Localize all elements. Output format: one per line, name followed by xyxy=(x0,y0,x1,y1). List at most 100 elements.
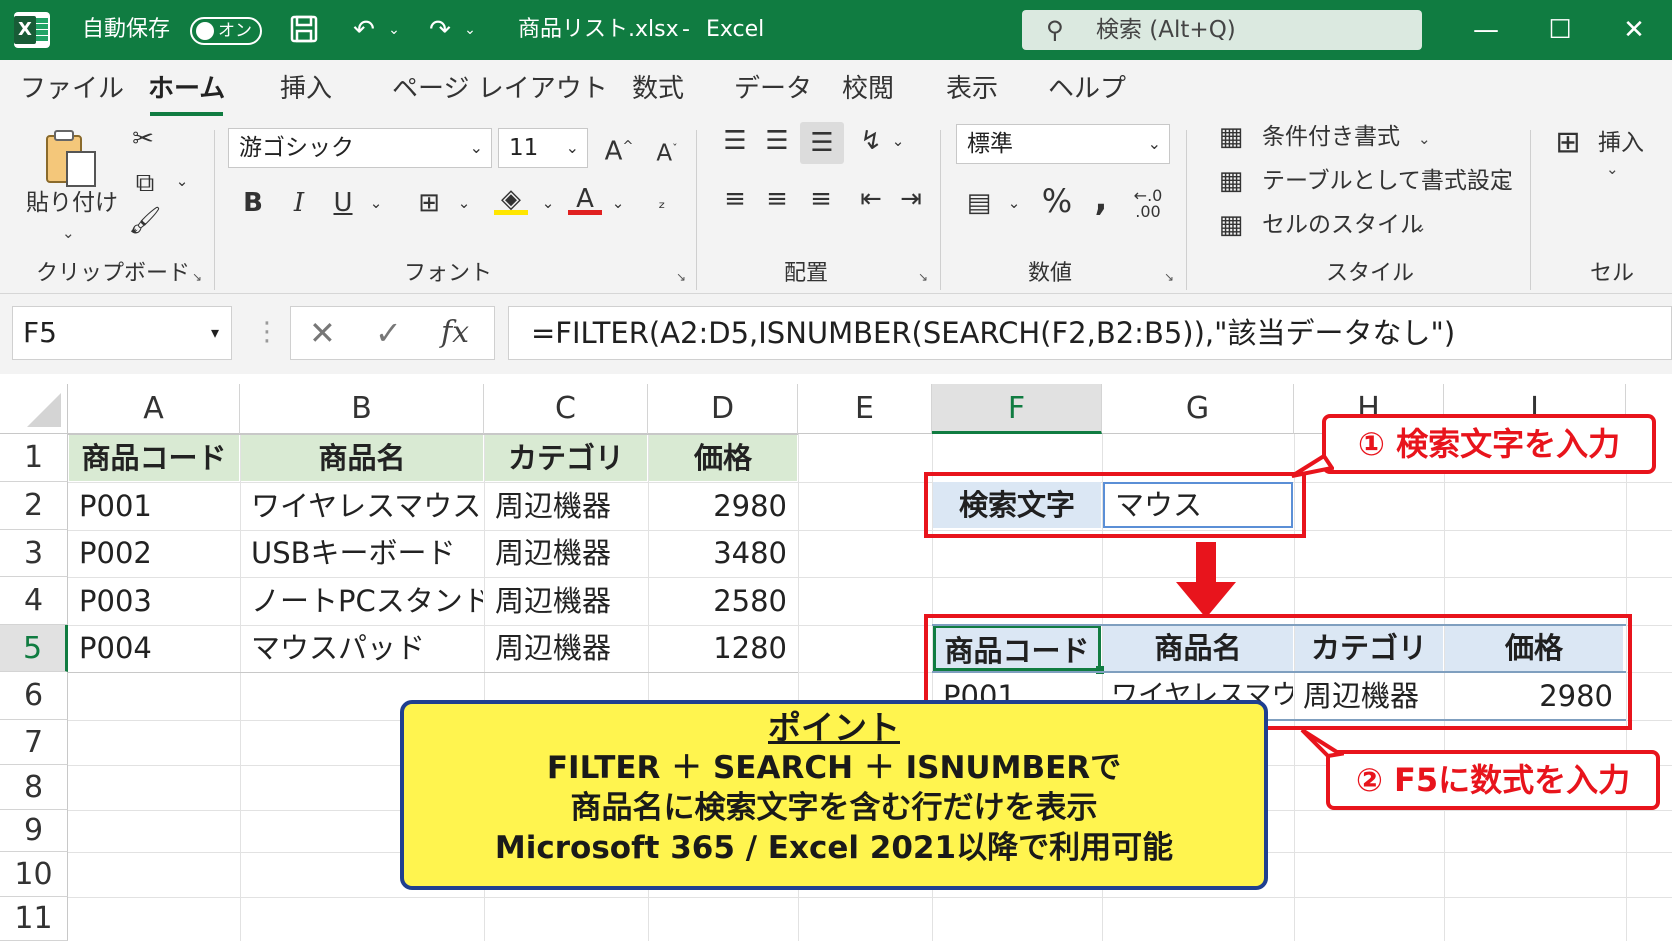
table-row-3-name[interactable]: ノートPCスタンド xyxy=(241,578,483,624)
redo-icon[interactable]: ↷ xyxy=(420,14,460,46)
formula-input[interactable]: =FILTER(A2:D5,ISNUMBER(SEARCH(F2,B2:B5))… xyxy=(508,306,1672,360)
underline-icon[interactable]: U xyxy=(328,188,358,218)
tab-view[interactable]: 表示 xyxy=(946,72,998,106)
table-row-4-category[interactable]: 周辺機器 xyxy=(485,625,647,671)
row-header-1[interactable]: 1 xyxy=(0,434,68,482)
alignment-launcher-icon[interactable]: ↘ xyxy=(918,270,928,284)
cancel-icon[interactable]: ✕ xyxy=(309,307,336,359)
decrease-font-size-icon[interactable]: Aˇ xyxy=(650,134,684,169)
autosave-toggle[interactable]: オン xyxy=(190,17,262,45)
align-bottom-icon[interactable]: ☰ xyxy=(800,122,844,164)
align-left-icon[interactable]: ≡ xyxy=(720,184,750,214)
increase-indent-icon[interactable]: ⇥ xyxy=(896,184,926,214)
cell-styles-dropdown-icon[interactable]: ⌄ xyxy=(1414,212,1427,242)
font-color-icon[interactable]: A xyxy=(568,184,602,215)
tab-page-layout[interactable]: ページ レイアウト xyxy=(392,72,608,106)
minimize-button[interactable]: — xyxy=(1464,10,1508,50)
underline-dropdown-icon[interactable]: ⌄ xyxy=(366,188,386,218)
row-header-9[interactable]: 9 xyxy=(0,810,68,852)
search-value-cell[interactable]: マウス xyxy=(1103,482,1293,528)
row-header-3[interactable]: 3 xyxy=(0,530,68,577)
table-row-4-code[interactable]: P004 xyxy=(69,625,239,671)
font-name-select[interactable]: 游ゴシック ⌄ xyxy=(228,128,492,168)
format-as-table-button[interactable]: テーブルとして書式設定 xyxy=(1262,166,1513,196)
tab-review[interactable]: 校閲 xyxy=(842,72,894,106)
align-right-icon[interactable]: ≡ xyxy=(806,184,836,214)
decimal-places-icon[interactable]: ←.0.00 xyxy=(1128,188,1168,220)
copy-dropdown-icon[interactable]: ⌄ xyxy=(172,166,192,196)
fill-color-icon[interactable]: ◈ xyxy=(494,184,528,215)
redo-dropdown-icon[interactable]: ⌄ xyxy=(460,14,480,46)
paste-icon[interactable] xyxy=(38,126,104,196)
column-header-d[interactable]: D xyxy=(648,384,798,434)
borders-dropdown-icon[interactable]: ⌄ xyxy=(454,188,474,218)
formula-bar-grip-icon[interactable]: ⋮ xyxy=(254,312,280,352)
cell-styles-icon[interactable]: ▦ xyxy=(1214,210,1248,240)
paste-label[interactable]: 貼り付け xyxy=(26,188,118,218)
table-row-4-price[interactable]: 1280 xyxy=(649,625,797,671)
conditional-formatting-button[interactable]: 条件付き書式 xyxy=(1262,122,1400,152)
table-row-3-code[interactable]: P003 xyxy=(69,578,239,624)
paste-dropdown-icon[interactable]: ⌄ xyxy=(62,218,75,248)
number-launcher-icon[interactable]: ↘ xyxy=(1164,270,1174,284)
close-button[interactable]: ✕ xyxy=(1612,10,1656,50)
bold-icon[interactable]: B xyxy=(238,188,268,218)
comma-style-icon[interactable]: , xyxy=(1088,182,1114,216)
column-header-g[interactable]: G xyxy=(1102,384,1294,434)
source-header-code[interactable]: 商品コード xyxy=(69,435,239,481)
table-row-1-code[interactable]: P001 xyxy=(69,483,239,529)
decrease-indent-icon[interactable]: ⇤ xyxy=(856,184,886,214)
font-color-dropdown-icon[interactable]: ⌄ xyxy=(608,188,628,218)
orientation-dropdown-icon[interactable]: ⌄ xyxy=(888,126,908,156)
tab-help[interactable]: ヘルプ xyxy=(1048,72,1126,106)
format-as-table-dropdown-icon[interactable]: ⌄ xyxy=(1500,168,1513,198)
conditional-formatting-icon[interactable]: ▦ xyxy=(1214,122,1248,152)
row-header-4[interactable]: 4 xyxy=(0,577,68,625)
result-row-category[interactable]: 周辺機器 xyxy=(1295,673,1443,719)
align-top-icon[interactable]: ☰ xyxy=(720,126,750,156)
table-row-1-price[interactable]: 2980 xyxy=(649,483,797,529)
insert-function-icon[interactable]: fx xyxy=(441,307,469,359)
cell-styles-button[interactable]: セルのスタイル xyxy=(1262,210,1423,240)
source-header-name[interactable]: 商品名 xyxy=(241,435,483,481)
align-middle-icon[interactable]: ☰ xyxy=(762,126,792,156)
tab-insert[interactable]: 挿入 xyxy=(280,72,332,106)
conditional-dropdown-icon[interactable]: ⌄ xyxy=(1418,124,1431,154)
percent-style-icon[interactable]: % xyxy=(1040,185,1074,217)
table-row-1-category[interactable]: 周辺機器 xyxy=(485,483,647,529)
tab-file[interactable]: ファイル xyxy=(20,72,124,106)
maximize-button[interactable]: ☐ xyxy=(1538,10,1582,50)
table-row-3-category[interactable]: 周辺機器 xyxy=(485,578,647,624)
tab-home[interactable]: ホーム xyxy=(148,72,225,116)
undo-dropdown-icon[interactable]: ⌄ xyxy=(384,14,404,46)
borders-icon[interactable]: ⊞ xyxy=(412,188,446,218)
number-format-select[interactable]: 標準 ⌄ xyxy=(956,124,1170,164)
column-header-a[interactable]: A xyxy=(68,384,240,434)
result-header-code[interactable]: 商品コード xyxy=(933,625,1101,671)
format-painter-icon[interactable]: 🖌 xyxy=(128,206,162,236)
name-box[interactable]: F5 ▾ xyxy=(12,306,232,360)
copy-icon[interactable]: ⧉ xyxy=(128,168,162,198)
source-header-price[interactable]: 価格 xyxy=(649,435,797,481)
font-launcher-icon[interactable]: ↘ xyxy=(676,270,686,284)
column-header-b[interactable]: B xyxy=(240,384,484,434)
accounting-dropdown-icon[interactable]: ⌄ xyxy=(1004,188,1024,218)
source-header-category[interactable]: カテゴリ xyxy=(485,435,647,481)
table-row-2-price[interactable]: 3480 xyxy=(649,530,797,576)
result-header-price[interactable]: 価格 xyxy=(1445,625,1623,671)
search-box[interactable]: ⚲ 検索 (Alt+Q) xyxy=(1022,10,1422,50)
table-row-1-name[interactable]: ワイヤレスマウス xyxy=(241,483,483,529)
phonetic-icon[interactable]: ᶻ xyxy=(650,194,674,224)
table-row-2-code[interactable]: P002 xyxy=(69,530,239,576)
result-header-category[interactable]: カテゴリ xyxy=(1295,625,1443,671)
orientation-icon[interactable]: ↯ xyxy=(856,126,886,156)
table-row-3-price[interactable]: 2580 xyxy=(649,578,797,624)
row-header-2[interactable]: 2 xyxy=(0,482,68,530)
tab-data[interactable]: データ xyxy=(734,72,812,106)
insert-dropdown-icon[interactable]: ⌄ xyxy=(1606,154,1619,184)
font-size-select[interactable]: 11 ⌄ xyxy=(498,128,588,168)
cut-icon[interactable]: ✂ xyxy=(128,124,158,154)
row-header-11[interactable]: 11 xyxy=(0,897,68,941)
tab-formulas[interactable]: 数式 xyxy=(632,72,684,106)
fill-color-dropdown-icon[interactable]: ⌄ xyxy=(538,188,558,218)
